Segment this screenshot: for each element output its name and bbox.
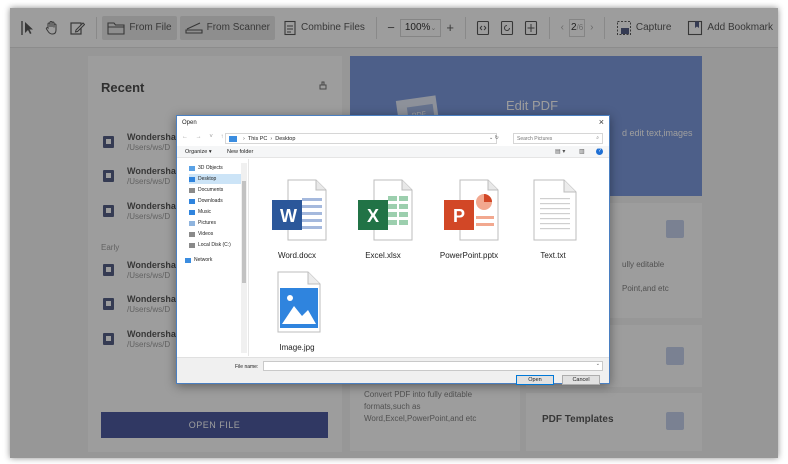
chevron-right-icon: › <box>243 135 245 142</box>
new-folder-button[interactable]: New folder <box>227 149 253 155</box>
preview-pane-icon[interactable]: ▥ <box>579 148 585 155</box>
search-icon: ⌕ <box>596 135 599 141</box>
dialog-footer: File name: ⌄ Open Cancel <box>177 357 609 385</box>
desktop-icon <box>189 176 195 182</box>
file-name: PowerPoint.pptx <box>439 251 499 260</box>
text-file-icon <box>533 179 577 241</box>
chevron-down-icon[interactable]: ⌄ <box>596 361 600 367</box>
close-icon[interactable]: × <box>599 117 604 127</box>
powerpoint-letter: P <box>453 206 465 226</box>
navigation-pane: 3D Objects Desktop Documents Downloads M… <box>177 159 249 356</box>
network-icon <box>185 257 191 263</box>
help-icon[interactable]: ? <box>596 148 603 155</box>
word-letter: W <box>280 206 297 226</box>
nav-item-label: Downloads <box>198 198 223 204</box>
file-item-powerpoint[interactable]: P PowerPoint.pptx <box>429 176 509 266</box>
nav-item-videos[interactable]: Videos <box>189 229 241 239</box>
file-name-label: File name: <box>235 364 259 370</box>
nav-item-label: Network <box>194 257 213 263</box>
file-item-image[interactable]: Image.jpg <box>257 268 337 358</box>
open-button[interactable]: Open <box>516 375 554 385</box>
file-name-input[interactable]: ⌄ <box>263 361 603 371</box>
nav-item-music[interactable]: Music <box>189 207 241 217</box>
document-icon <box>189 187 195 193</box>
nav-item-label: Music <box>198 209 212 215</box>
file-item-text[interactable]: Text.txt <box>513 176 593 266</box>
music-icon <box>189 209 195 215</box>
search-placeholder: Search Pictures <box>517 136 553 142</box>
file-name: Word.docx <box>277 251 317 260</box>
nav-item-label: Desktop <box>198 176 217 182</box>
disk-icon <box>189 242 195 248</box>
nav-item-label: Videos <box>198 231 214 237</box>
dialog-title: Open <box>182 120 197 126</box>
file-item-excel[interactable]: X Excel.xlsx <box>343 176 423 266</box>
video-icon <box>189 231 195 237</box>
open-file-dialog: Open × ← → ˅ ↑ › This PC › Desktop ⌄ ↻ S… <box>176 115 610 385</box>
nav-item-label: Local Disk (C:) <box>198 242 231 248</box>
cube-icon <box>189 165 195 171</box>
file-list: W Word.docx X Excel.xlsx P PowerPoint.pp… <box>257 166 597 356</box>
organize-button[interactable]: Organize ▾ <box>185 149 212 155</box>
image-file-icon <box>277 271 321 333</box>
download-icon <box>189 198 195 204</box>
nav-item-downloads[interactable]: Downloads <box>189 196 241 206</box>
address-row: ← → ˅ ↑ › This PC › Desktop ⌄ ↻ Search P… <box>177 132 609 146</box>
file-item-word[interactable]: W Word.docx <box>257 176 337 266</box>
nav-arrows[interactable]: ← → ˅ ↑ <box>182 134 227 140</box>
nav-item-label: 3D Objects <box>198 165 223 171</box>
nav-item-label: Documents <box>198 187 224 193</box>
nav-item-label: Pictures <box>198 220 217 226</box>
nav-item-documents[interactable]: Documents <box>189 185 241 195</box>
command-bar: Organize ▾ New folder ▤ ▾ ▥ ? <box>177 146 609 158</box>
nav-item-3d-objects[interactable]: 3D Objects <box>189 163 241 173</box>
nav-item-network[interactable]: Network <box>185 255 237 265</box>
nav-scrollbar[interactable] <box>241 163 247 353</box>
file-name: Excel.xlsx <box>365 251 401 260</box>
nav-item-pictures[interactable]: Pictures <box>189 218 241 228</box>
powerpoint-file-icon: P <box>444 179 499 241</box>
pictures-icon <box>189 220 195 226</box>
cancel-button[interactable]: Cancel <box>562 375 600 385</box>
word-file-icon: W <box>272 179 327 241</box>
excel-letter: X <box>367 206 379 226</box>
file-name: Image.jpg <box>279 343 315 352</box>
refresh-icon[interactable]: ⌄ ↻ <box>489 135 499 141</box>
address-bar[interactable]: › This PC › Desktop <box>225 133 497 144</box>
this-pc-icon <box>229 135 237 142</box>
nav-item-local-disk[interactable]: Local Disk (C:) <box>189 240 241 250</box>
excel-file-icon: X <box>358 179 413 241</box>
nav-scroll-thumb[interactable] <box>242 181 246 283</box>
search-input[interactable]: Search Pictures ⌕ <box>513 133 603 144</box>
chevron-right-icon: › <box>270 135 273 142</box>
path-leaf[interactable]: Desktop <box>275 136 295 142</box>
app-window: From File From Scanner Combine Files − 1… <box>10 8 778 458</box>
view-options-icon[interactable]: ▤ ▾ <box>555 148 565 155</box>
file-name: Text.txt <box>540 251 566 260</box>
path-root[interactable]: This PC <box>248 136 268 142</box>
nav-item-desktop[interactable]: Desktop <box>189 174 241 184</box>
